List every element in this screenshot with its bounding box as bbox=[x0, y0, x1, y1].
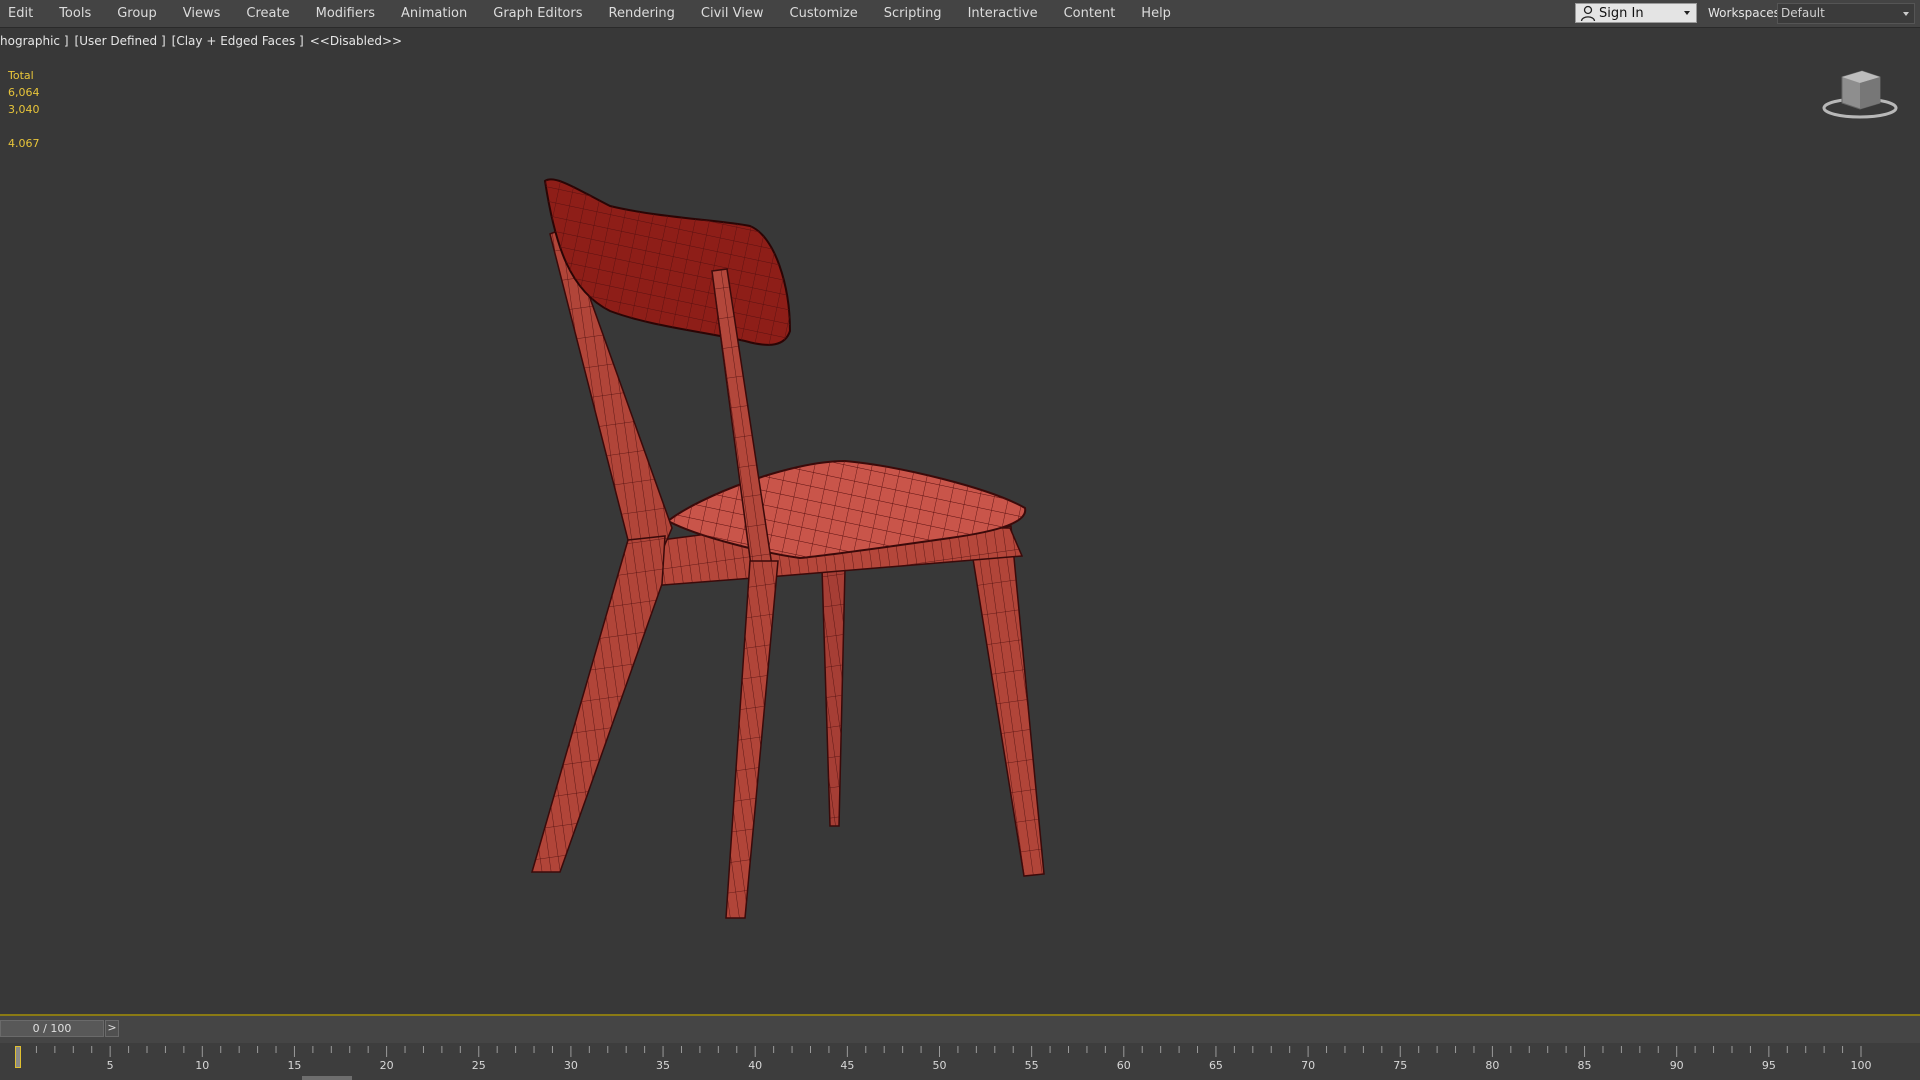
timeline-tick-label: 90 bbox=[1669, 1059, 1684, 1072]
workspaces-label: Workspaces: bbox=[1708, 6, 1784, 20]
timeline-tick-label: 75 bbox=[1393, 1059, 1408, 1072]
timeline-tick-label: 35 bbox=[656, 1059, 671, 1072]
timeline-tick-label: 55 bbox=[1024, 1059, 1039, 1072]
timeline-tick-label: 30 bbox=[563, 1059, 578, 1072]
timeline-tick-label: 60 bbox=[1116, 1059, 1131, 1072]
menu-modifiers[interactable]: Modifiers bbox=[303, 0, 388, 27]
timeline-tick-label: 40 bbox=[748, 1059, 763, 1072]
menu-graph-editors[interactable]: Graph Editors bbox=[480, 0, 595, 27]
workspace-select[interactable]: Default bbox=[1777, 3, 1915, 24]
chevron-down-icon bbox=[1684, 11, 1690, 15]
menu-rendering[interactable]: Rendering bbox=[596, 0, 688, 27]
menu-interactive[interactable]: Interactive bbox=[955, 0, 1051, 27]
timeline-track[interactable]: 5 10 15 20 25 30 35 40 45 50 55 60 65 70 75 80 85 90 95 100 bbox=[0, 1043, 1920, 1080]
timeline-tick-label: 45 bbox=[840, 1059, 855, 1072]
timeline-playhead[interactable] bbox=[15, 1046, 21, 1068]
menu-edit[interactable]: Edit bbox=[0, 0, 46, 27]
menu-scripting[interactable]: Scripting bbox=[871, 0, 955, 27]
chair-leg-front-right[interactable] bbox=[968, 525, 1045, 877]
timeline-tick-label: 65 bbox=[1208, 1059, 1223, 1072]
timeline-tick-label: 10 bbox=[195, 1059, 210, 1072]
chair-rear-post-left[interactable] bbox=[531, 227, 673, 873]
timeline-tick-label: 5 bbox=[106, 1059, 114, 1072]
timeline-tick-label: 85 bbox=[1577, 1059, 1592, 1072]
timeline-tick-label: 20 bbox=[379, 1059, 394, 1072]
menu-content[interactable]: Content bbox=[1051, 0, 1129, 27]
main-menu: Edit Tools Group Views Create Modifiers Animat… bbox=[0, 0, 1184, 27]
menu-group[interactable]: Group bbox=[104, 0, 170, 27]
next-frame-button[interactable]: > bbox=[105, 1020, 119, 1037]
menu-create[interactable]: Create bbox=[233, 0, 302, 27]
timeline-tick-label: 25 bbox=[471, 1059, 486, 1072]
menu-views[interactable]: Views bbox=[170, 0, 234, 27]
timeline-tick-label: 80 bbox=[1485, 1059, 1500, 1072]
viewcube-icon[interactable] bbox=[1820, 65, 1900, 125]
menu-tools[interactable]: Tools bbox=[46, 0, 104, 27]
menu-bar: Edit Tools Group Views Create Modifiers Animat… bbox=[0, 0, 1920, 28]
timeline-tick-label: 70 bbox=[1301, 1059, 1316, 1072]
timeline-scroll-thumb[interactable] bbox=[302, 1076, 352, 1080]
sign-in-label: Sign In bbox=[1599, 5, 1644, 21]
user-icon bbox=[1580, 5, 1596, 22]
sign-in-dropdown[interactable]: Sign In bbox=[1575, 3, 1697, 23]
menu-customize[interactable]: Customize bbox=[777, 0, 871, 27]
menu-animation[interactable]: Animation bbox=[388, 0, 480, 27]
timeline-tick-label: 15 bbox=[287, 1059, 302, 1072]
chevron-down-icon bbox=[1903, 12, 1909, 16]
perspective-viewport[interactable]: hographic ] [User Defined ] [Clay + Edged … bbox=[0, 28, 1920, 1016]
timeline-tick-label: 50 bbox=[932, 1059, 947, 1072]
timeline-tick-label: 100 bbox=[1850, 1059, 1872, 1072]
chair-leg-front-left[interactable] bbox=[725, 560, 779, 919]
workspace-value: Default bbox=[1781, 6, 1825, 20]
chair-model[interactable] bbox=[0, 28, 1920, 1014]
menu-help[interactable]: Help bbox=[1128, 0, 1184, 27]
time-slider[interactable]: 0 / 100 bbox=[0, 1020, 104, 1037]
timeline-tick-label: 95 bbox=[1761, 1059, 1776, 1072]
timeline-bar: 0 / 100 > 5 10 15 20 25 30 35 40 45 50 55 60 65 70 75 8… bbox=[0, 1016, 1920, 1080]
menu-civil-view[interactable]: Civil View bbox=[688, 0, 777, 27]
chair-leg-back-far[interactable] bbox=[821, 567, 846, 827]
